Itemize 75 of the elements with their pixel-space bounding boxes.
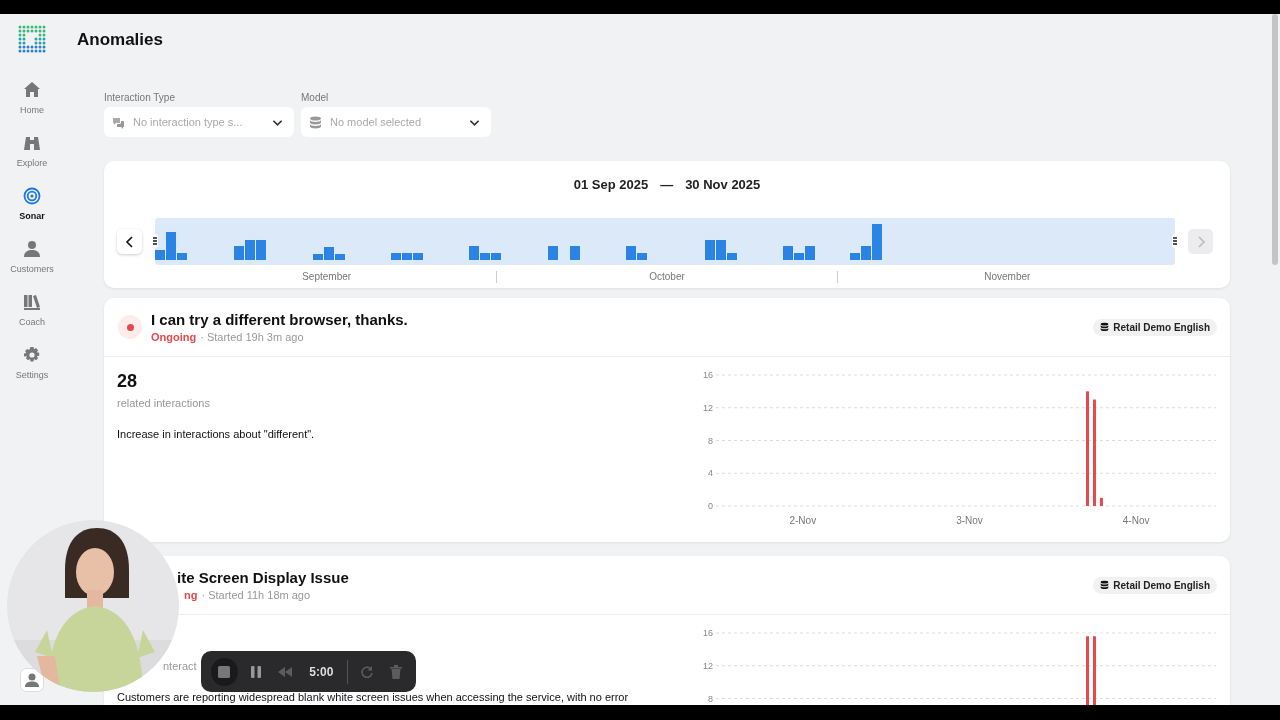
sidebar-item[interactable]: Sonar — [2, 187, 62, 240]
binoculars-icon — [23, 134, 41, 152]
sidebar-item[interactable]: Home — [2, 81, 62, 134]
anomaly-description: Increase in interactions about "different". — [117, 428, 316, 440]
dropdown-field[interactable]: No interaction type s... — [104, 107, 294, 137]
status-indicator — [118, 315, 142, 339]
person-icon — [23, 240, 41, 258]
sidebar-item[interactable]: Coach — [2, 293, 62, 346]
anomaly-title[interactable]: I can try a different browser, thanks. — [151, 311, 408, 328]
month-label: November — [836, 271, 1177, 283]
date-separator: — — [660, 177, 674, 193]
previous-button[interactable] — [117, 229, 142, 254]
model-badge: Retail Demo English — [1093, 576, 1217, 594]
anomaly-description: Customers are reporting widespread blank white screen issues when accessing the service, with no error — [117, 691, 630, 703]
chat-icon — [112, 115, 125, 129]
grip-icon — [153, 237, 157, 245]
target-icon — [23, 187, 41, 205]
x-tick-label: 4-Nov — [1122, 515, 1150, 526]
interaction-count: 28 — [117, 371, 139, 393]
y-tick-label: 12 — [703, 402, 713, 413]
status-text: ng — [184, 589, 198, 601]
dropdown-field[interactable]: No model selected — [301, 107, 491, 137]
database-icon — [1100, 322, 1110, 332]
count-label: related interactions — [117, 397, 210, 409]
y-tick-label: 12 — [703, 660, 713, 671]
end-date: 30 Nov 2025 — [685, 177, 761, 193]
logo — [18, 25, 46, 53]
gear-icon — [23, 346, 41, 364]
home-icon — [23, 81, 41, 99]
chevron-left-icon — [123, 235, 136, 248]
histogram-bar — [256, 240, 266, 260]
database-icon — [309, 115, 322, 129]
chart-bar — [1086, 636, 1090, 705]
y-tick-label: 8 — [708, 693, 713, 704]
page-title: Anomalies — [77, 30, 164, 50]
books-icon — [23, 293, 41, 311]
timer-text: 5:00 — [309, 664, 334, 679]
sidebar-item[interactable]: Settings — [2, 346, 62, 399]
histogram-bar — [570, 246, 580, 260]
x-tick-label: 3-Nov — [956, 515, 983, 526]
y-tick-label: 4 — [708, 468, 713, 479]
pause-icon — [248, 663, 264, 680]
filter-label: Interaction Type — [104, 92, 176, 103]
scrollbar[interactable] — [1272, 14, 1278, 265]
histogram-bar — [548, 246, 558, 260]
month-label: October — [496, 271, 837, 283]
stop-icon — [216, 663, 233, 680]
stop-button[interactable] — [211, 657, 238, 686]
histogram-bar — [234, 246, 244, 260]
filter-label: Model — [301, 92, 330, 103]
grip-icon — [1173, 237, 1177, 245]
sidebar-item[interactable]: Explore — [2, 134, 62, 187]
x-tick-label: 2-Nov — [789, 515, 817, 526]
started-time: · Started 19h 3m ago — [200, 331, 304, 343]
sidebar-item[interactable]: Customers — [2, 240, 62, 293]
start-date: 01 Sep 2025 — [573, 177, 649, 193]
status-text: Ongoing — [151, 331, 197, 343]
month-label: September — [301, 271, 353, 283]
y-tick-label: 8 — [708, 435, 713, 446]
y-tick-label: 16 — [703, 370, 713, 380]
model-badge: Retail Demo English — [1093, 318, 1217, 336]
histogram-bar — [705, 240, 715, 260]
histogram-bar — [245, 240, 255, 260]
chart-bar — [1099, 497, 1103, 506]
user-avatar-icon[interactable] — [20, 668, 44, 692]
y-tick-label: 0 — [708, 501, 713, 511]
chart-bar — [1092, 636, 1096, 705]
database-icon — [1100, 580, 1110, 590]
drag-handle[interactable] — [152, 234, 158, 248]
y-tick-label: 16 — [703, 628, 713, 638]
count-label: nteract — [163, 660, 197, 672]
trash-icon — [387, 663, 404, 680]
drag-handle[interactable] — [1172, 234, 1178, 248]
anomaly-title[interactable]: ite Screen Display Issue — [177, 569, 349, 586]
started-time: · Started 11h 18m ago — [201, 589, 311, 601]
